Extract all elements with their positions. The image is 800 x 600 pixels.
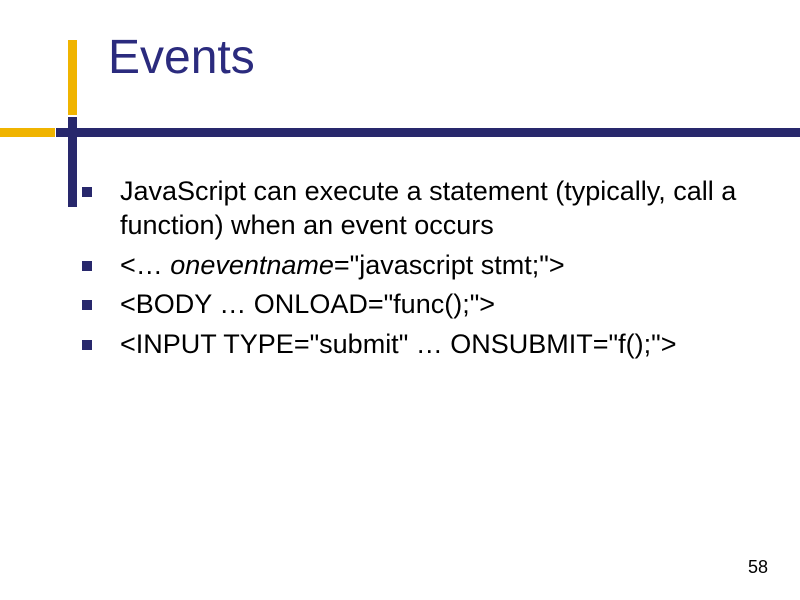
bullet-item: <BODY … ONLOAD="func();">	[80, 288, 740, 322]
bullet-item: <… oneventname="javascript stmt;">	[80, 249, 740, 283]
deco-bar	[56, 128, 800, 137]
bullet-text: JavaScript can execute a statement (typi…	[120, 176, 736, 240]
slide-title: Events	[108, 30, 255, 85]
bullet-item: <INPUT TYPE="submit" … ONSUBMIT="f();">	[80, 328, 740, 362]
bullet-text: <… oneventname="javascript stmt;">	[120, 250, 565, 280]
deco-bar	[68, 40, 77, 115]
deco-bar	[0, 128, 55, 137]
bullet-text: <BODY … ONLOAD="func();">	[120, 289, 495, 319]
deco-bar	[68, 117, 77, 207]
slide: Events JavaScript can execute a statemen…	[0, 0, 800, 600]
page-number: 58	[748, 557, 768, 578]
bullet-text: <INPUT TYPE="submit" … ONSUBMIT="f();">	[120, 329, 676, 359]
bullet-item: JavaScript can execute a statement (typi…	[80, 175, 740, 243]
slide-body: JavaScript can execute a statement (typi…	[80, 175, 740, 368]
